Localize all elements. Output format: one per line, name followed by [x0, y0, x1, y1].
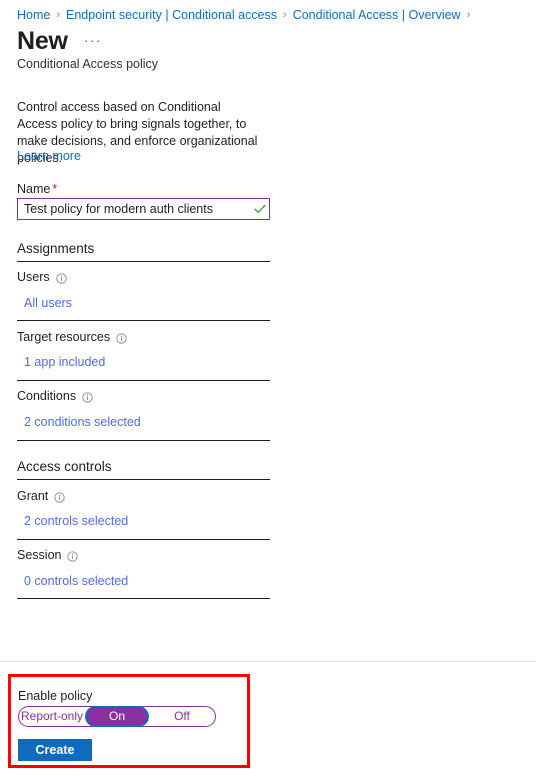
divider — [17, 539, 270, 540]
field-value-grant[interactable]: 2 controls selected — [24, 514, 128, 528]
field-label-grant: Grant — [17, 489, 65, 503]
toggle-option-off[interactable]: Off — [149, 707, 215, 726]
learn-more-link[interactable]: Learn more — [17, 149, 81, 163]
field-label-target-resources: Target resources — [17, 330, 127, 344]
field-label-text: Target resources — [17, 330, 111, 344]
field-label-text: Session — [17, 548, 62, 562]
breadcrumb-item-conditional-access-overview[interactable]: Conditional Access | Overview — [293, 8, 461, 22]
field-value-session[interactable]: 0 controls selected — [24, 574, 128, 588]
breadcrumb-separator-icon: › — [56, 9, 61, 21]
field-label-text: Conditions — [17, 389, 77, 403]
page-title: New — [17, 27, 68, 55]
info-icon[interactable] — [67, 550, 79, 562]
breadcrumb-item-home[interactable]: Home — [17, 8, 50, 22]
breadcrumb-item-endpoint-security[interactable]: Endpoint security | Conditional access — [66, 8, 277, 22]
field-value-target-resources[interactable]: 1 app included — [24, 355, 105, 369]
section-heading-assignments: Assignments — [17, 241, 95, 256]
checkmark-icon — [251, 199, 269, 219]
field-label-text: Grant — [17, 489, 49, 503]
divider — [17, 261, 270, 262]
divider — [17, 598, 270, 599]
breadcrumb: Home › Endpoint security | Conditional a… — [17, 6, 528, 24]
field-label-text: Users — [17, 270, 50, 284]
page-header: New ··· — [17, 29, 102, 54]
name-input-container[interactable] — [17, 198, 270, 220]
info-icon[interactable] — [54, 491, 65, 503]
name-input[interactable] — [18, 199, 251, 219]
page-subtitle: Conditional Access policy — [17, 57, 159, 71]
breadcrumb-separator-icon: › — [283, 9, 287, 21]
toggle-option-on[interactable]: On — [87, 708, 147, 725]
divider — [17, 380, 270, 381]
info-icon[interactable] — [82, 391, 93, 403]
divider — [17, 479, 270, 480]
field-label-users: Users — [17, 270, 67, 284]
field-label-conditions: Conditions — [17, 389, 93, 403]
divider — [17, 440, 270, 441]
toggle-option-report-only[interactable]: Report-only — [19, 707, 85, 726]
field-label-session: Session — [17, 548, 79, 562]
enable-policy-toggle[interactable]: Report-only On Off — [18, 706, 216, 727]
field-value-conditions[interactable]: 2 conditions selected — [24, 415, 141, 429]
create-button[interactable]: Create — [18, 739, 92, 761]
info-icon[interactable] — [56, 272, 67, 284]
section-heading-access-controls: Access controls — [17, 459, 112, 474]
info-icon[interactable] — [116, 332, 127, 344]
footer-separator — [0, 661, 536, 662]
name-field-label: Name * — [17, 182, 57, 196]
more-actions-button[interactable]: ··· — [84, 32, 102, 48]
required-marker: * — [52, 182, 58, 196]
enable-policy-label: Enable policy — [18, 689, 93, 703]
name-label-text: Name — [17, 182, 51, 196]
breadcrumb-separator-icon: › — [466, 9, 471, 21]
field-value-users[interactable]: All users — [24, 296, 72, 310]
divider — [17, 320, 270, 321]
